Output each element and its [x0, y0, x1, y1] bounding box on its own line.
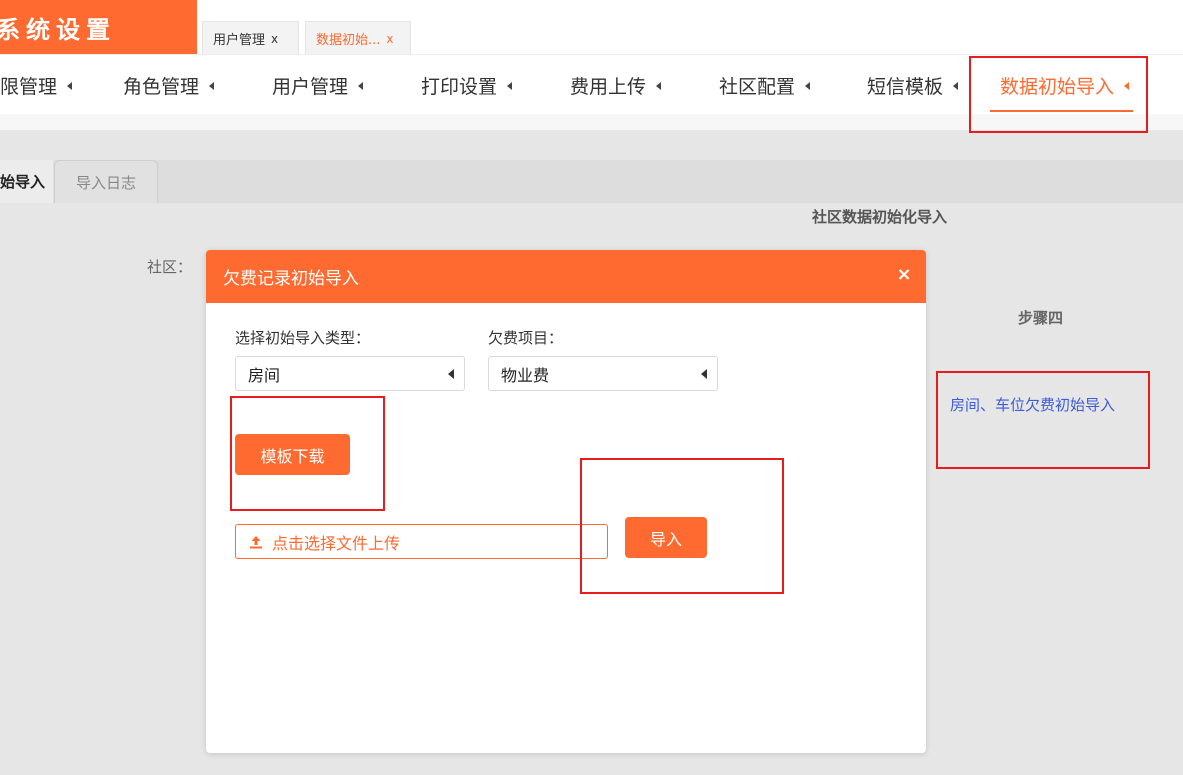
tab-label: 导入日志 — [75, 173, 136, 192]
tab-import-log[interactable]: 导入日志 — [54, 160, 158, 203]
import-type-value: 房间 — [248, 365, 281, 385]
menu-item-print[interactable]: 打印设置 — [421, 55, 513, 115]
window-tab-data-init[interactable]: 数据初始... x — [305, 21, 411, 55]
content-tabs: 始导入 导入日志 — [0, 160, 1183, 203]
menu-item-permission[interactable]: 限管理 — [0, 55, 73, 115]
import-type-label: 选择初始导入类型： — [235, 329, 371, 347]
menu-item-data-import[interactable]: 数据初始导入 — [1000, 55, 1130, 115]
caret-left-icon — [448, 369, 454, 379]
menu-item-sms[interactable]: 短信模板 — [867, 55, 959, 115]
window-tab-user-management[interactable]: 用户管理 x — [202, 21, 299, 55]
step-link-arrears-import[interactable]: 房间、车位欠费初始导入 — [950, 394, 1115, 415]
active-menu-underline — [990, 110, 1133, 112]
arrears-import-dialog: 欠费记录初始导入 × 选择初始导入类型： 房间 欠费项目： 物业费 模板下载 点… — [206, 250, 926, 753]
step-title: 步骤四 — [1018, 309, 1064, 327]
caret-left-icon — [1124, 82, 1130, 90]
import-button[interactable]: 导入 — [625, 517, 707, 558]
top-bar: 系统设置 用户管理 x 数据初始... x — [0, 0, 1183, 55]
menu-item-label: 短信模板 — [867, 75, 944, 98]
menu-item-community[interactable]: 社区配置 — [719, 55, 811, 115]
caret-left-icon — [953, 82, 959, 90]
caret-left-icon — [209, 82, 215, 90]
close-icon[interactable]: x — [271, 32, 278, 46]
caret-left-icon — [507, 82, 513, 90]
settings-menu: 限管理 角色管理 用户管理 打印设置 费用上传 社区配置 短信模板 数据初始导入 — [0, 54, 1183, 115]
caret-left-icon — [358, 82, 364, 90]
fee-item-select[interactable]: 物业费 — [488, 356, 718, 391]
dialog-title: 欠费记录初始导入 — [223, 269, 359, 289]
window-tab-label: 数据初始... — [316, 33, 381, 48]
app-title: 系统设置 — [0, 0, 197, 54]
highlight-step-link — [936, 371, 1150, 469]
window-tab-label: 用户管理 — [213, 33, 266, 48]
caret-left-icon — [805, 82, 811, 90]
fee-item-value: 物业费 — [501, 365, 550, 385]
menu-item-label: 费用上传 — [570, 75, 647, 98]
upload-label: 点击选择文件上传 — [272, 533, 401, 553]
tab-label: 始导入 — [0, 173, 46, 191]
template-download-button[interactable]: 模板下载 — [235, 434, 350, 475]
menu-item-users[interactable]: 用户管理 — [272, 55, 364, 115]
menu-item-label: 社区配置 — [719, 75, 796, 98]
file-upload-button[interactable]: 点击选择文件上传 — [235, 524, 608, 559]
dialog-header: 欠费记录初始导入 × — [206, 250, 926, 303]
menu-item-label: 打印设置 — [421, 75, 498, 98]
menu-item-label: 角色管理 — [123, 75, 200, 98]
close-icon[interactable]: x — [386, 32, 393, 46]
caret-left-icon — [701, 369, 707, 379]
menu-item-fee-upload[interactable]: 费用上传 — [570, 55, 662, 115]
menu-item-label: 用户管理 — [272, 75, 349, 98]
menu-spacer — [0, 114, 1183, 130]
upload-icon — [250, 535, 262, 548]
caret-left-icon — [67, 82, 73, 90]
menu-item-label: 限管理 — [0, 75, 58, 98]
tab-initial-import[interactable]: 始导入 — [0, 160, 53, 203]
import-type-select[interactable]: 房间 — [235, 356, 465, 391]
caret-left-icon — [656, 82, 662, 90]
close-icon[interactable]: × — [896, 266, 912, 284]
fee-item-label: 欠费项目： — [488, 329, 564, 347]
page-title: 社区数据初始化导入 — [812, 208, 948, 226]
menu-item-roles[interactable]: 角色管理 — [123, 55, 215, 115]
community-label: 社区： — [147, 258, 193, 276]
menu-item-label: 数据初始导入 — [1000, 75, 1115, 98]
